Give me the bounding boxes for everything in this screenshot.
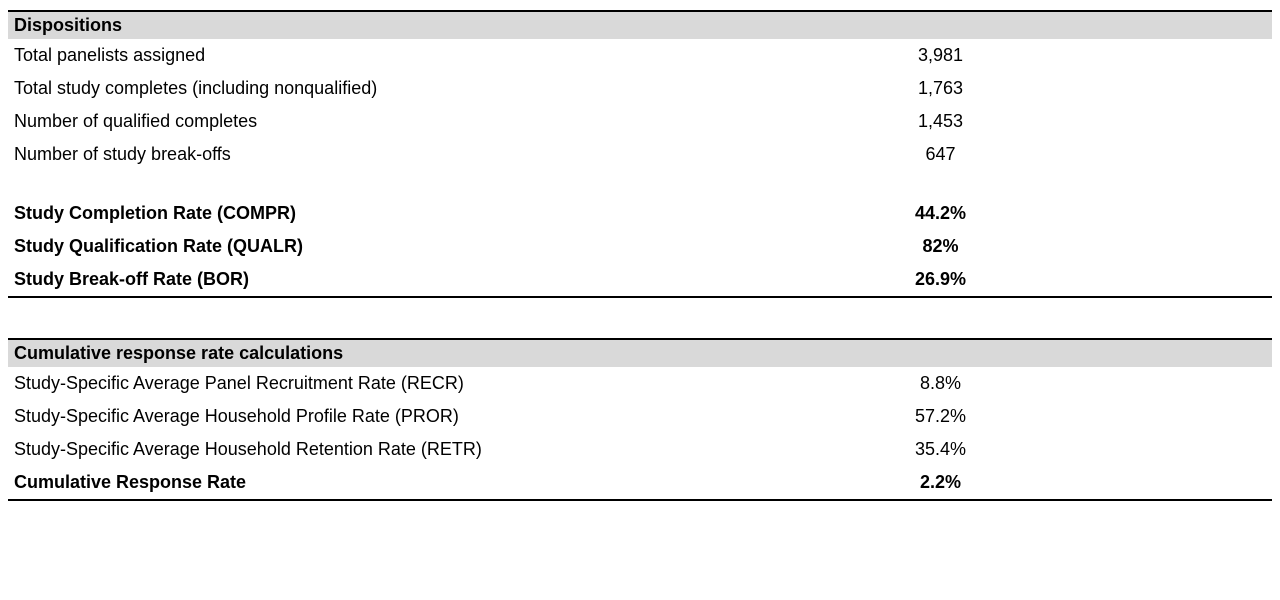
row-value: 35.4% (790, 436, 1090, 463)
table-row: Study-Specific Average Panel Recruitment… (8, 367, 1272, 400)
row-label: Study Completion Rate (COMPR) (14, 200, 790, 227)
row-value: 8.8% (790, 370, 1090, 397)
row-label: Number of qualified completes (14, 108, 790, 135)
row-label: Study Qualification Rate (QUALR) (14, 233, 790, 260)
table-row: Study-Specific Average Household Retenti… (8, 433, 1272, 466)
row-value: 1,453 (790, 108, 1090, 135)
table-row: Number of qualified completes 1,453 (8, 105, 1272, 138)
row-value: 26.9% (790, 266, 1090, 293)
row-value: 82% (790, 233, 1090, 260)
row-label: Number of study break-offs (14, 141, 790, 168)
row-label: Study Break-off Rate (BOR) (14, 266, 790, 293)
table-row: Number of study break-offs 647 (8, 138, 1272, 171)
cumulative-response-table: Cumulative response rate calculations St… (8, 338, 1272, 501)
row-value: 647 (790, 141, 1090, 168)
table-row: Cumulative Response Rate 2.2% (8, 466, 1272, 501)
spacer (8, 171, 1272, 197)
table-header: Cumulative response rate calculations (8, 338, 1272, 367)
row-label: Study-Specific Average Household Retenti… (14, 436, 790, 463)
row-label: Cumulative Response Rate (14, 469, 790, 496)
row-label: Total study completes (including nonqual… (14, 75, 790, 102)
row-label: Study-Specific Average Household Profile… (14, 403, 790, 430)
row-value: 57.2% (790, 403, 1090, 430)
table-row: Study-Specific Average Household Profile… (8, 400, 1272, 433)
table-row: Total panelists assigned 3,981 (8, 39, 1272, 72)
row-value: 3,981 (790, 42, 1090, 69)
header-text: Cumulative response rate calculations (14, 343, 343, 363)
table-row: Study Completion Rate (COMPR) 44.2% (8, 197, 1272, 230)
row-label: Study-Specific Average Panel Recruitment… (14, 370, 790, 397)
table-row: Study Break-off Rate (BOR) 26.9% (8, 263, 1272, 298)
dispositions-table: Dispositions Total panelists assigned 3,… (8, 10, 1272, 298)
header-text: Dispositions (14, 15, 122, 35)
table-row: Study Qualification Rate (QUALR) 82% (8, 230, 1272, 263)
table-header: Dispositions (8, 10, 1272, 39)
row-value: 1,763 (790, 75, 1090, 102)
table-row: Total study completes (including nonqual… (8, 72, 1272, 105)
row-value: 44.2% (790, 200, 1090, 227)
row-value: 2.2% (790, 469, 1090, 496)
row-label: Total panelists assigned (14, 42, 790, 69)
